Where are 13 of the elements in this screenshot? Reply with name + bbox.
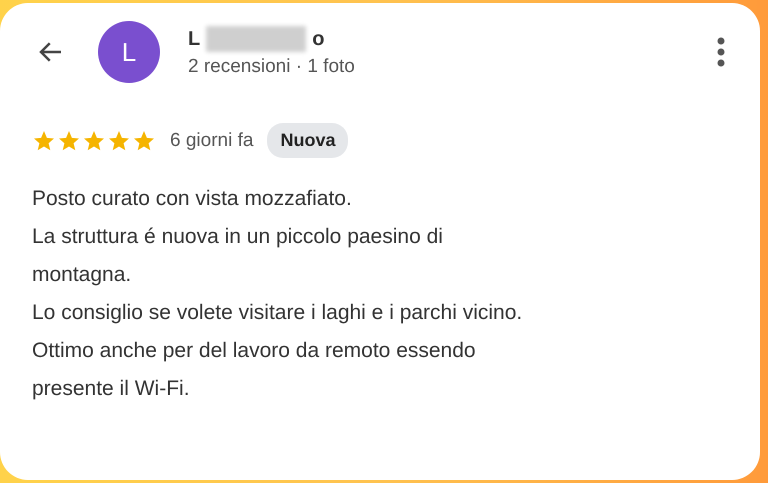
reviewer-name: L (188, 28, 200, 50)
reviewer-name: o (312, 28, 324, 50)
star-icon (57, 128, 81, 152)
more-icon (716, 36, 726, 68)
review-text: Posto curato con vista mozzafiato. La struttura é nuova in un piccolo paesino di montagna. Lo consiglio se volete visitare i laghi e i parchi vicino. Ottimo anche per del lavoro da remoto essendo presente il Wi-Fi. (32, 186, 524, 402)
star-icon (32, 128, 56, 152)
reviewer-stats: 2 recensioni · 1 foto (188, 56, 356, 78)
review-date: 6 giorni fa (170, 130, 254, 152)
star-icon (132, 128, 156, 152)
star-icon (107, 128, 131, 152)
star-icon (82, 128, 106, 152)
new-badge: Nuova (267, 123, 348, 158)
avatar: L (98, 21, 160, 83)
